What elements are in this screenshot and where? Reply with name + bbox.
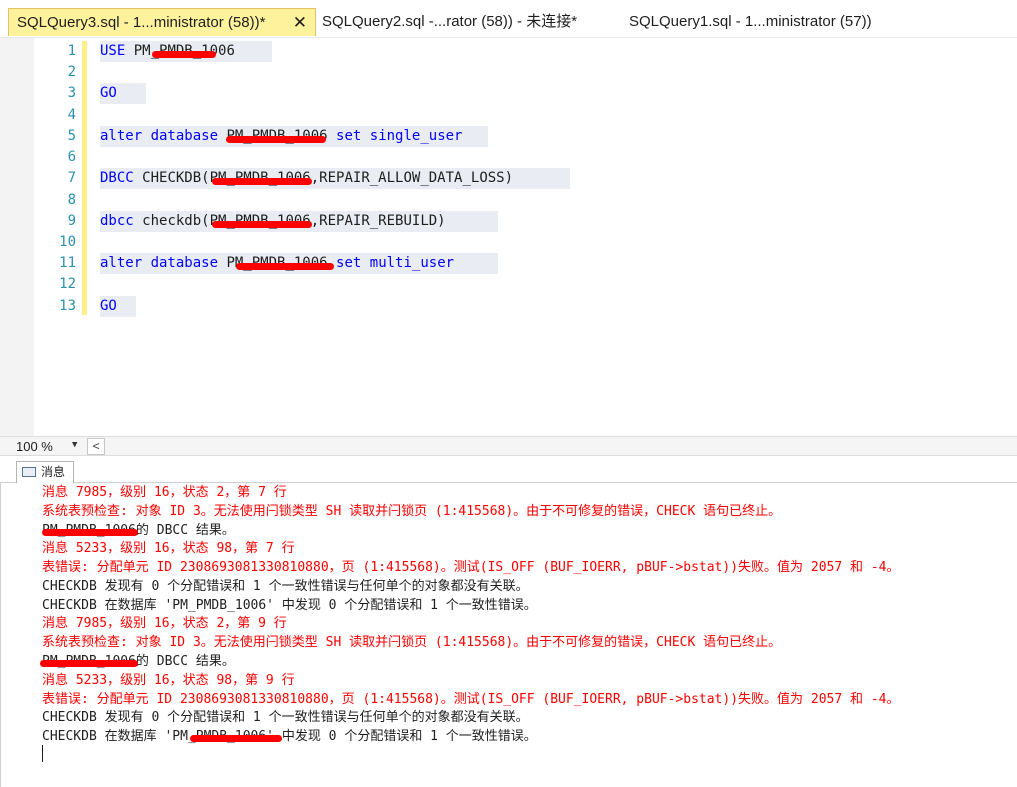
message-icon — [22, 467, 36, 477]
zoom-bar: 100 % ▼ < — [0, 436, 1017, 456]
message-line: 消息 7985，级别 16，状态 2，第 7 行 — [42, 485, 287, 500]
database-name-redacted: PM_PMDB_1006 — [226, 255, 335, 271]
database-name-redacted: PM_PMDB_1006 — [134, 43, 235, 59]
database-name-redacted: PM_PMDB_1006 — [210, 213, 312, 229]
redaction-mark — [211, 221, 312, 228]
redaction-mark — [151, 51, 216, 58]
results-tab-strip: 消息 — [0, 456, 1017, 483]
tab-sqlquery1[interactable]: SQLQuery1.sql - 1...ministrator (57)) — [629, 8, 872, 36]
function-checkdb: checkdb( — [142, 213, 210, 229]
checkdb-options: ,REPAIR_REBUILD) — [310, 213, 446, 229]
keyword-alter-database: alter database — [100, 255, 219, 271]
function-checkdb: CHECKDB( — [142, 170, 210, 186]
code-line-7[interactable]: DBCC CHECKDB(PM_PMDB_1006,REPAIR_ALLOW_D… — [100, 168, 570, 189]
line-number: 1 — [67, 43, 76, 59]
keyword-alter-database: alter database — [100, 128, 219, 144]
line-number: 10 — [59, 234, 76, 250]
keyword-dbcc: dbcc — [100, 213, 134, 229]
message-line-redacted: PM_PMDB_1006的 DBCC 结果。 — [42, 523, 235, 538]
line-number: 5 — [67, 128, 76, 144]
close-icon[interactable]: ✕ — [293, 9, 307, 37]
line-number: 13 — [59, 298, 76, 314]
text-caret — [42, 745, 43, 762]
line-number: 6 — [67, 149, 76, 165]
document-tab-strip: SQLQuery3.sql - 1...ministrator (58))* ✕… — [0, 0, 1017, 38]
message-line: CHECKDB 在数据库 'PM_PMDB_1006' 中发现 0 个分配错误和… — [42, 598, 537, 613]
tab-messages[interactable]: 消息 — [16, 461, 74, 483]
editor-selection-margin — [0, 38, 34, 436]
message-line: CHECKDB 发现有 0 个分配错误和 1 个一致性错误与任何单个的对象都没有… — [42, 710, 529, 725]
tab-messages-label: 消息 — [41, 465, 66, 479]
message-line-redacted: CHECKDB 在数据库 'PM_PMDB_1006' 中发现 0 个分配错误和… — [42, 729, 537, 744]
line-number: 2 — [67, 64, 76, 80]
line-number: 7 — [67, 170, 76, 186]
tab-sqlquery1-label: SQLQuery1.sql - 1...ministrator (57)) — [629, 13, 872, 30]
line-number: 4 — [67, 107, 76, 123]
code-line-11[interactable]: alter database PM_PMDB_1006 set multi_us… — [100, 253, 498, 274]
line-number: 3 — [67, 85, 76, 101]
message-line: CHECKDB 发现有 0 个分配错误和 1 个一致性错误与任何单个的对象都没有… — [42, 579, 529, 594]
code-line-3[interactable]: GO — [100, 83, 146, 104]
line-number: 8 — [67, 192, 76, 208]
tab-sqlquery2-label: SQLQuery2.sql -...rator (58)) - 未连接* — [322, 13, 578, 30]
redaction-mark — [40, 660, 138, 667]
database-name-redacted: PM_PMDB_1006 — [226, 128, 328, 144]
checkdb-options: ,REPAIR_ALLOW_DATA_LOSS) — [310, 170, 514, 186]
keyword-go: GO — [100, 298, 117, 314]
code-line-5[interactable]: alter database PM_PMDB_1006 set single_u… — [100, 126, 488, 147]
keyword-use: USE — [100, 43, 126, 59]
tab-sqlquery3-label: SQLQuery3.sql - 1...ministrator (58))* — [17, 14, 266, 31]
tab-sqlquery3[interactable]: SQLQuery3.sql - 1...ministrator (58))* ✕ — [8, 8, 316, 36]
line-number: 11 — [59, 255, 76, 271]
tab-sqlquery2[interactable]: SQLQuery2.sql -...rator (58)) - 未连接* — [322, 8, 577, 36]
keyword-set-multi-user: set multi_user — [336, 255, 455, 271]
message-line: 系统表预检查: 对象 ID 3。无法使用闩锁类型 SH 读取并闩锁页 (1:41… — [42, 504, 782, 519]
message-line: 消息 5233，级别 16，状态 98，第 9 行 — [42, 673, 295, 688]
message-line-redacted: PM_PMDB_1006的 DBCC 结果。 — [40, 654, 235, 669]
redaction-mark — [236, 263, 335, 270]
change-tracking-bar — [82, 41, 87, 315]
message-line: 消息 5233，级别 16，状态 98，第 7 行 — [42, 541, 295, 556]
keyword-dbcc: DBCC — [100, 170, 134, 186]
scroll-left-button[interactable]: < — [87, 438, 105, 455]
code-line-9[interactable]: dbcc checkdb(PM_PMDB_1006,REPAIR_REBUILD… — [100, 211, 498, 232]
message-line: 系统表预检查: 对象 ID 3。无法使用闩锁类型 SH 读取并闩锁页 (1:41… — [42, 635, 782, 650]
messages-output[interactable]: 消息 7985，级别 16，状态 2，第 7 行 系统表预检查: 对象 ID 3… — [0, 483, 1017, 787]
redaction-mark — [190, 735, 282, 742]
chevron-down-icon[interactable]: ▼ — [72, 440, 77, 450]
redaction-mark — [42, 529, 138, 536]
code-line-1[interactable]: USE PM_PMDB_1006 — [100, 41, 272, 62]
redaction-mark — [226, 136, 327, 143]
code-line-13[interactable]: GO — [100, 296, 136, 317]
redaction-mark — [211, 178, 312, 185]
database-name-redacted: PM_PMDB_1006 — [210, 170, 312, 186]
message-line: 表错误: 分配单元 ID 2308693081330810880，页 (1:41… — [42, 692, 900, 707]
line-number: 9 — [67, 213, 76, 229]
line-number: 12 — [59, 276, 76, 292]
message-line: 表错误: 分配单元 ID 2308693081330810880，页 (1:41… — [42, 560, 900, 575]
keyword-go: GO — [100, 85, 117, 101]
query-editor[interactable]: 1 2 3 4 5 6 7 8 9 10 11 12 13 USE PM_PMD… — [0, 38, 1017, 436]
zoom-level[interactable]: 100 % — [16, 439, 53, 454]
keyword-set-single-user: set single_user — [336, 128, 463, 144]
message-line: 消息 7985，级别 16，状态 2，第 9 行 — [42, 616, 287, 631]
